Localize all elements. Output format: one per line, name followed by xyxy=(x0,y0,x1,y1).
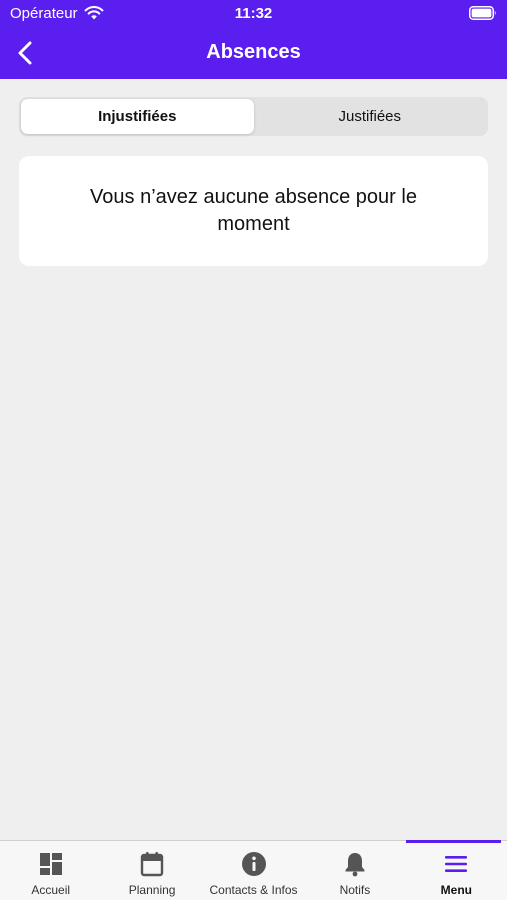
absence-type-segmented-control: Injustifiées Justifiées xyxy=(19,97,488,136)
bottom-tab-bar: Accueil Planning Contacts & Infos Notifs… xyxy=(0,840,507,900)
battery-icon xyxy=(469,6,496,20)
dashboard-icon xyxy=(39,853,62,875)
page-title: Absences xyxy=(206,41,301,63)
tab-planning[interactable]: Planning xyxy=(101,841,202,900)
segment-injustifiees[interactable]: Injustifiées xyxy=(21,99,254,134)
tab-label: Menu xyxy=(440,883,472,897)
calendar-icon xyxy=(140,852,164,877)
tab-label: Notifs xyxy=(339,883,371,897)
tab-notifs[interactable]: Notifs xyxy=(304,841,405,900)
absences-screen: Opérateur 11:32 Absences Injustifiées Ju… xyxy=(0,0,507,900)
empty-state-message: Vous n’avez aucune absence pour le momen… xyxy=(90,186,417,235)
navigation-bar: Absences xyxy=(0,28,507,79)
tab-label: Accueil xyxy=(31,883,71,897)
empty-state-card: Vous n’avez aucune absence pour le momen… xyxy=(19,156,488,266)
bell-icon xyxy=(345,853,365,877)
menu-icon xyxy=(445,856,468,872)
tab-menu[interactable]: Menu xyxy=(405,840,507,900)
tab-label: Contacts & Infos xyxy=(209,883,298,897)
segment-justifiees[interactable]: Justifiées xyxy=(254,99,487,134)
tab-label: Planning xyxy=(128,883,176,897)
status-time: 11:32 xyxy=(234,5,273,22)
info-icon xyxy=(241,852,266,876)
tab-contacts-infos[interactable]: Contacts & Infos xyxy=(203,841,304,900)
app-header: Opérateur 11:32 Absences xyxy=(0,0,507,79)
status-bar: Opérateur 11:32 xyxy=(0,0,507,28)
tab-accueil[interactable]: Accueil xyxy=(0,841,101,900)
